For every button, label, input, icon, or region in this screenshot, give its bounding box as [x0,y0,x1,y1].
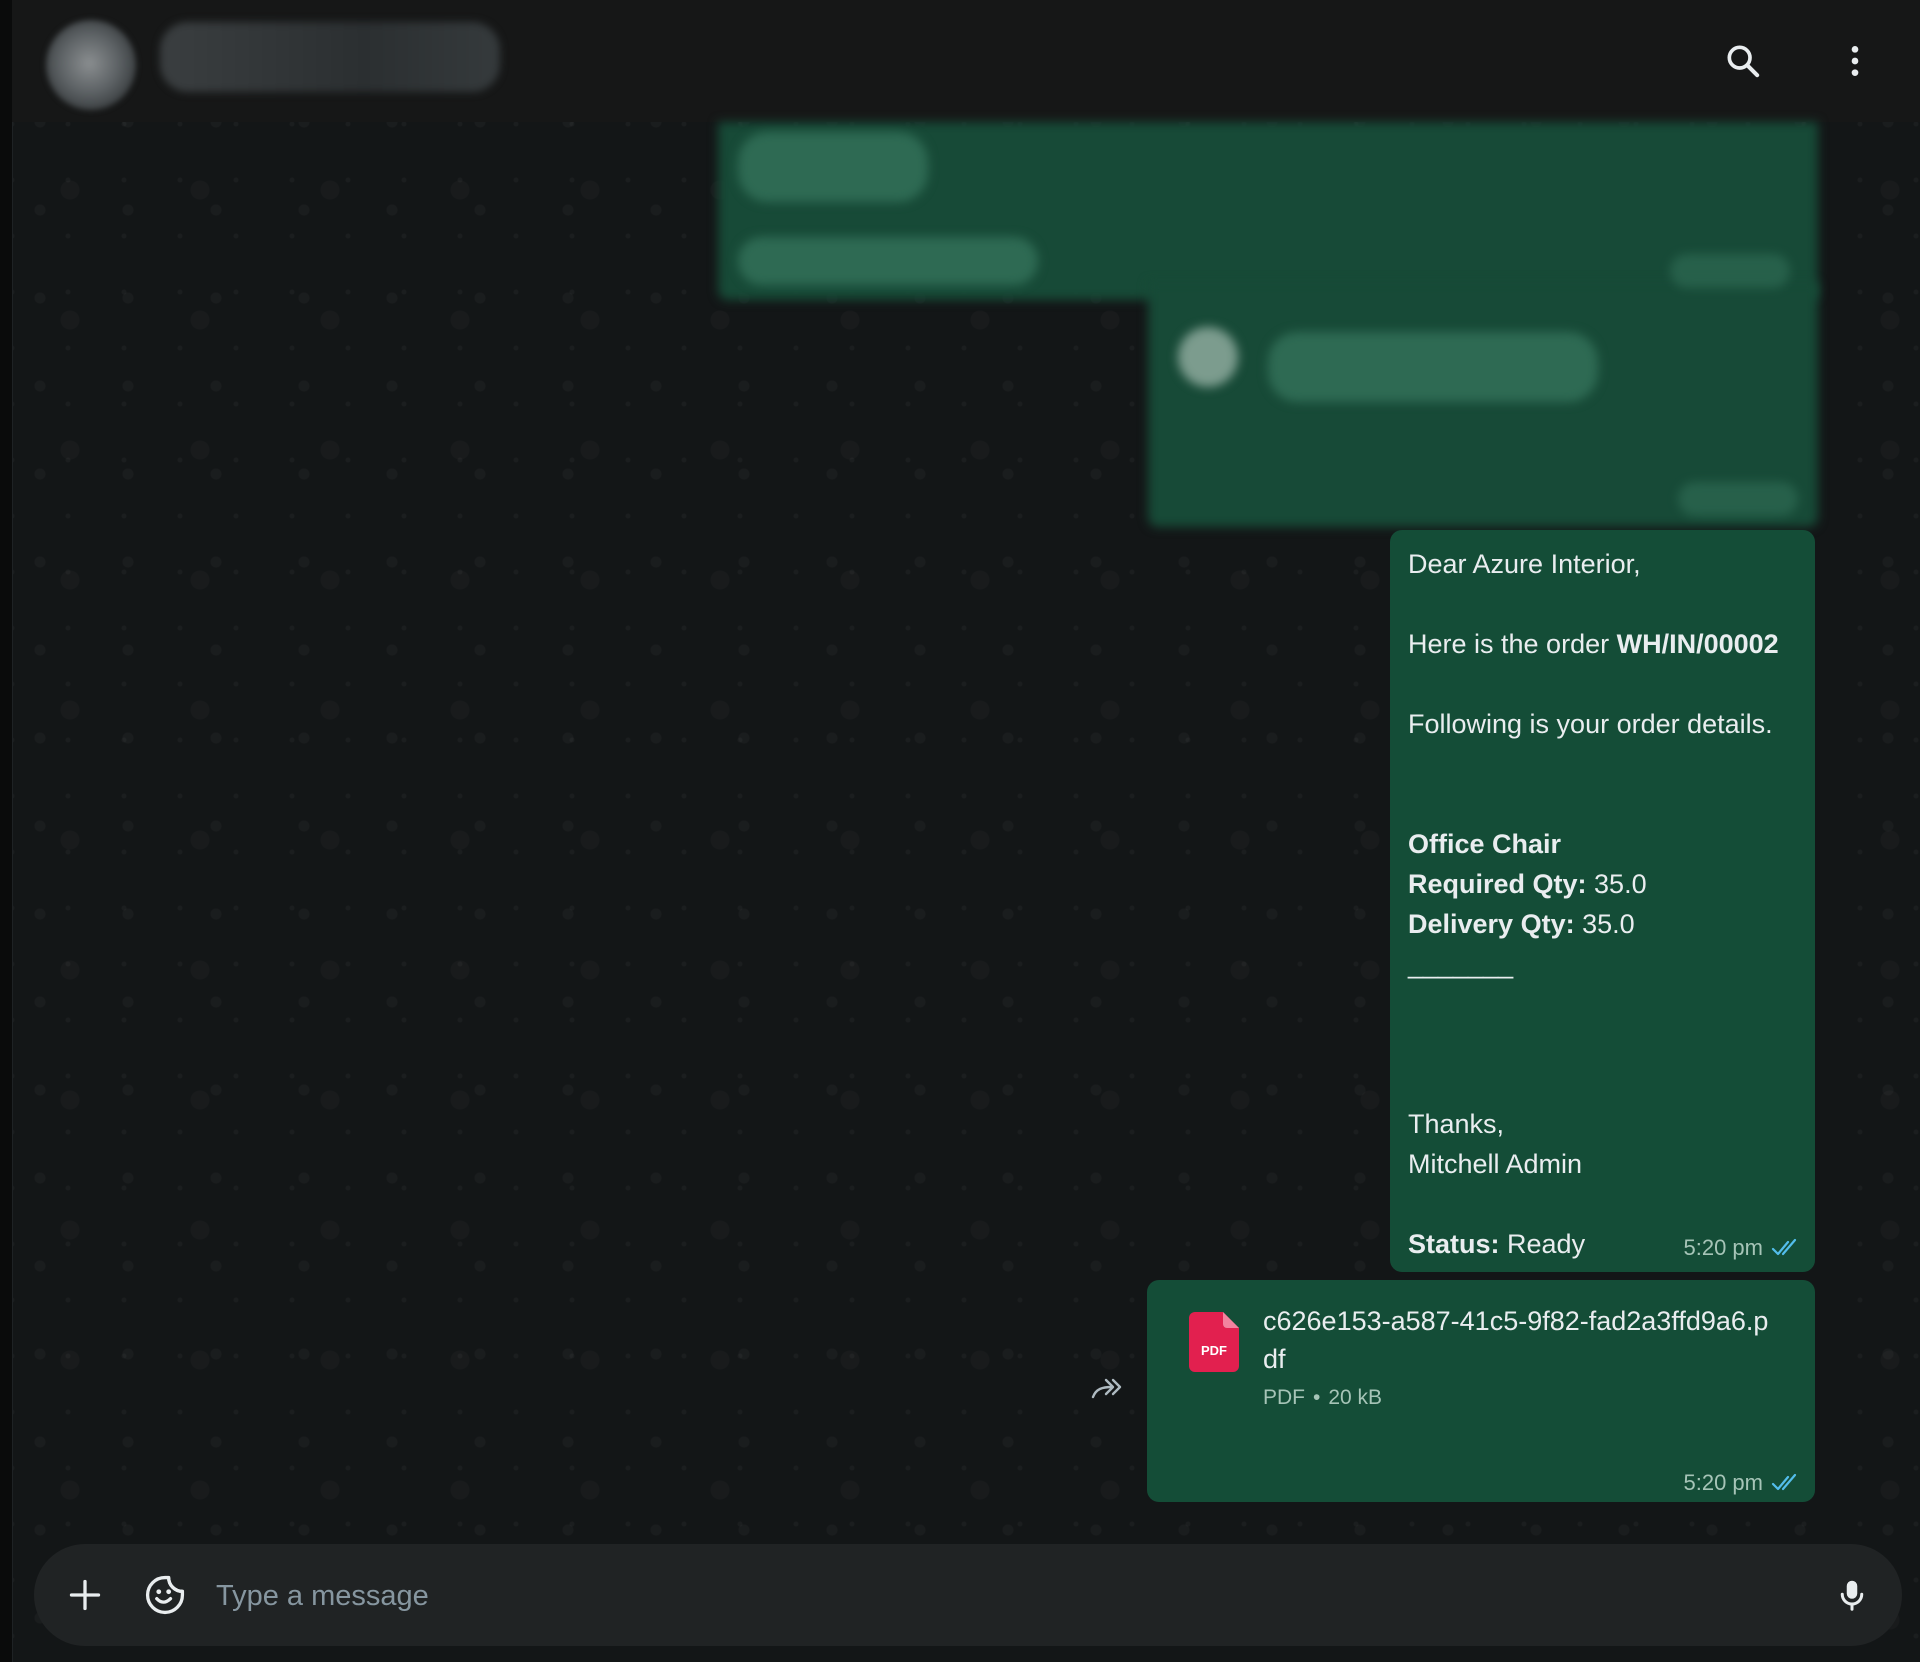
mic-icon [1840,1580,1864,1611]
status-label: Status: [1408,1229,1500,1259]
delivery-qty-value: 35.0 [1574,909,1635,939]
search-button[interactable] [1718,36,1768,86]
document-type: PDF [1263,1386,1305,1409]
pdf-badge-text: PDF [1201,1343,1227,1358]
blur-patch [1678,482,1798,516]
double-check-icon [1771,1473,1797,1491]
blurred-media-message[interactable] [718,122,1818,527]
document-info: PDF • 20 kB [1263,1386,1382,1410]
voice-message-button[interactable] [1827,1570,1877,1620]
info-separator: • [1313,1386,1321,1409]
blur-patch [738,237,1038,285]
status-value: Ready [1499,1229,1586,1259]
message-time: 5:20 pm [1683,1470,1764,1495]
sticker-button[interactable] [140,1570,190,1620]
more-vertical-icon [1851,46,1859,76]
delivery-qty-label: Delivery Qty: [1408,909,1575,939]
search-icon [1727,45,1760,78]
pdf-document-message[interactable]: PDF c626e153-a587-41c5-9f82-fad2a3ffd9a6… [1147,1280,1815,1502]
contact-avatar[interactable] [46,20,136,110]
product-name: Office Chair [1408,829,1562,859]
pdf-file-icon: PDF [1189,1312,1239,1372]
required-qty-line: Required Qty: 35.0 [1408,864,1797,904]
chat-header [12,0,1920,122]
required-qty-label: Required Qty: [1408,869,1587,899]
message-input[interactable] [214,1570,1798,1622]
order-message-bubble[interactable]: Dear Azure Interior, Here is the order W… [1390,530,1815,1272]
menu-button[interactable] [1830,36,1880,86]
separator-line: _______ [1408,949,1514,979]
message-time: 5:20 pm [1683,1235,1764,1260]
blur-patch [1178,327,1238,387]
closing-text: Thanks, [1408,1109,1505,1139]
delivery-qty-line: Delivery Qty: 35.0 [1408,904,1797,944]
double-check-icon [1771,1238,1797,1256]
order-intro-prefix: Here is the order [1408,629,1617,659]
blur-patch [1268,332,1598,402]
contact-name[interactable] [160,22,500,92]
sticker-icon [145,1575,185,1615]
document-size: 20 kB [1328,1386,1383,1409]
chat-window: Dear Azure Interior, Here is the order W… [0,0,1920,1662]
attach-button[interactable] [60,1570,110,1620]
required-qty-value: 35.0 [1586,869,1647,899]
message-meta: 5:20 pm [1684,1470,1802,1496]
order-reference: WH/IN/00002 [1616,629,1779,659]
sidebar-edge [0,0,13,1662]
message-composer [34,1544,1902,1646]
blur-patch [738,132,928,202]
order-intro-text: Here is the order WH/IN/00002 [1408,624,1797,664]
forward-icon [1091,1378,1122,1399]
document-file-name: c626e153-a587-41c5-9f82-fad2a3ffd9a6.pdf [1263,1306,1769,1374]
details-intro-text: Following is your order details. [1408,709,1773,739]
message-meta: 5:20 pm [1684,1228,1802,1268]
greeting-text: Dear Azure Interior, [1408,549,1641,579]
signature-text: Mitchell Admin [1408,1149,1583,1179]
plus-icon [69,1579,101,1611]
blur-patch [1670,254,1790,288]
forward-button[interactable] [1088,1372,1128,1406]
